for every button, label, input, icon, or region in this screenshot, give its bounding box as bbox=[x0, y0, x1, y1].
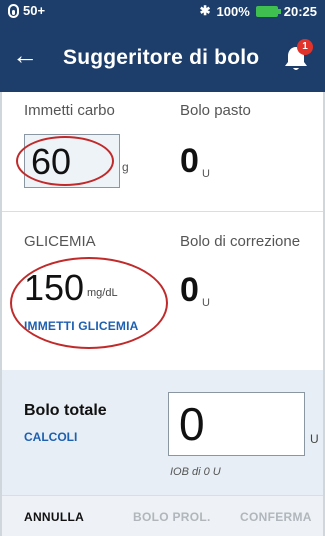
iob-text: IOB di 0 U bbox=[170, 466, 221, 478]
correction-bolus-unit: U bbox=[202, 297, 210, 309]
meal-bolus-label: Bolo pasto bbox=[180, 102, 251, 119]
total-bolus-label: Bolo totale bbox=[24, 402, 107, 419]
meal-bolus-unit: U bbox=[202, 168, 210, 180]
glucose-section: GLICEMIA Bolo di correzione 150 mg/dL IM… bbox=[2, 211, 323, 361]
page-title: Suggeritore di bolo bbox=[63, 46, 260, 69]
notification-badge: 1 bbox=[297, 39, 313, 55]
annotation-circle-carb bbox=[16, 136, 114, 186]
carb-unit: g bbox=[122, 160, 129, 174]
pod-level: 50+ bbox=[23, 3, 46, 18]
annotation-circle-glucose bbox=[10, 257, 168, 349]
correction-bolus-label: Bolo di correzione bbox=[180, 233, 301, 250]
pod-icon bbox=[8, 3, 19, 18]
meal-bolus-value: 0 bbox=[180, 142, 199, 180]
total-bolus-section: Bolo totale CALCOLI 0 U IOB di 0 U bbox=[2, 370, 323, 495]
battery-icon bbox=[255, 5, 281, 17]
confirm-button[interactable]: CONFERMA bbox=[240, 510, 312, 524]
notifications-button[interactable]: 1 bbox=[283, 39, 313, 72]
carb-label: Immetti carbo bbox=[24, 102, 115, 119]
clock: 20:25 bbox=[283, 3, 317, 19]
extended-bolus-button[interactable]: BOLO PROL. bbox=[133, 510, 211, 524]
correction-bolus-value: 0 bbox=[180, 271, 199, 309]
calculations-link[interactable]: CALCOLI bbox=[24, 430, 77, 444]
cancel-button[interactable]: ANNULLA bbox=[24, 510, 84, 524]
battery-percent: 100% bbox=[216, 3, 250, 19]
status-bar: 50+ ✱ 100% 20:25 bbox=[0, 0, 325, 22]
bluetooth-icon: ✱ bbox=[199, 3, 211, 18]
total-bolus-value: 0 bbox=[179, 398, 205, 450]
glucose-label: GLICEMIA bbox=[24, 233, 96, 250]
app-header: ← Suggeritore di bolo 1 bbox=[0, 22, 325, 92]
action-bar: ANNULLA BOLO PROL. CONFERMA bbox=[2, 495, 323, 536]
total-bolus-input[interactable]: 0 bbox=[168, 392, 305, 456]
total-bolus-unit: U bbox=[310, 432, 319, 446]
back-arrow-icon[interactable]: ← bbox=[12, 40, 42, 70]
carb-section: Immetti carbo Bolo pasto 60 g 0 U bbox=[2, 92, 323, 210]
